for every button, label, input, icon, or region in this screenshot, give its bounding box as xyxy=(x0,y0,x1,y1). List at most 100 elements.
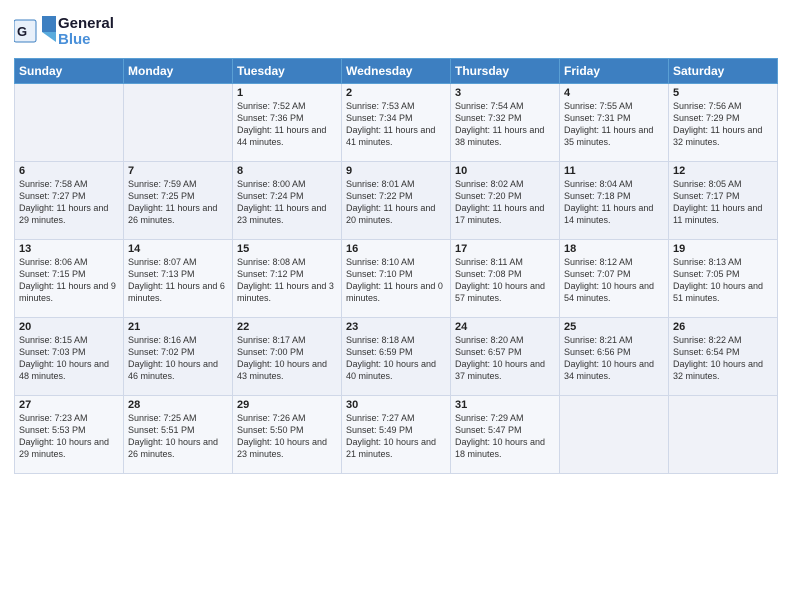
day-number: 8 xyxy=(237,165,337,177)
calendar-cell: 3Sunrise: 7:54 AM Sunset: 7:32 PM Daylig… xyxy=(451,84,560,162)
cell-content: Sunrise: 8:18 AM Sunset: 6:59 PM Dayligh… xyxy=(346,334,446,383)
day-number: 28 xyxy=(128,399,228,411)
logo-general: General xyxy=(58,16,114,33)
calendar-cell: 10Sunrise: 8:02 AM Sunset: 7:20 PM Dayli… xyxy=(451,162,560,240)
calendar-cell xyxy=(669,396,778,474)
calendar-cell: 17Sunrise: 8:11 AM Sunset: 7:08 PM Dayli… xyxy=(451,240,560,318)
cell-content: Sunrise: 7:59 AM Sunset: 7:25 PM Dayligh… xyxy=(128,178,228,227)
cell-content: Sunrise: 7:25 AM Sunset: 5:51 PM Dayligh… xyxy=(128,412,228,461)
day-number: 1 xyxy=(237,87,337,99)
day-number: 21 xyxy=(128,321,228,333)
calendar-cell: 24Sunrise: 8:20 AM Sunset: 6:57 PM Dayli… xyxy=(451,318,560,396)
week-row-5: 27Sunrise: 7:23 AM Sunset: 5:53 PM Dayli… xyxy=(15,396,778,474)
day-number: 4 xyxy=(564,87,664,99)
calendar-cell: 4Sunrise: 7:55 AM Sunset: 7:31 PM Daylig… xyxy=(560,84,669,162)
day-number: 10 xyxy=(455,165,555,177)
day-number: 18 xyxy=(564,243,664,255)
cell-content: Sunrise: 8:21 AM Sunset: 6:56 PM Dayligh… xyxy=(564,334,664,383)
calendar-cell: 23Sunrise: 8:18 AM Sunset: 6:59 PM Dayli… xyxy=(342,318,451,396)
cell-content: Sunrise: 7:27 AM Sunset: 5:49 PM Dayligh… xyxy=(346,412,446,461)
day-number: 29 xyxy=(237,399,337,411)
day-number: 24 xyxy=(455,321,555,333)
day-header-monday: Monday xyxy=(124,59,233,84)
calendar-cell: 9Sunrise: 8:01 AM Sunset: 7:22 PM Daylig… xyxy=(342,162,451,240)
calendar-cell: 12Sunrise: 8:05 AM Sunset: 7:17 PM Dayli… xyxy=(669,162,778,240)
day-number: 15 xyxy=(237,243,337,255)
cell-content: Sunrise: 8:00 AM Sunset: 7:24 PM Dayligh… xyxy=(237,178,337,227)
day-number: 14 xyxy=(128,243,228,255)
calendar-cell: 5Sunrise: 7:56 AM Sunset: 7:29 PM Daylig… xyxy=(669,84,778,162)
logo-blue: Blue xyxy=(58,32,114,49)
cell-content: Sunrise: 8:17 AM Sunset: 7:00 PM Dayligh… xyxy=(237,334,337,383)
calendar-cell: 26Sunrise: 8:22 AM Sunset: 6:54 PM Dayli… xyxy=(669,318,778,396)
day-number: 25 xyxy=(564,321,664,333)
day-number: 30 xyxy=(346,399,446,411)
day-number: 31 xyxy=(455,399,555,411)
calendar-cell: 8Sunrise: 8:00 AM Sunset: 7:24 PM Daylig… xyxy=(233,162,342,240)
cell-content: Sunrise: 8:22 AM Sunset: 6:54 PM Dayligh… xyxy=(673,334,773,383)
calendar-cell: 19Sunrise: 8:13 AM Sunset: 7:05 PM Dayli… xyxy=(669,240,778,318)
cell-content: Sunrise: 8:07 AM Sunset: 7:13 PM Dayligh… xyxy=(128,256,228,305)
day-number: 6 xyxy=(19,165,119,177)
day-number: 20 xyxy=(19,321,119,333)
cell-content: Sunrise: 8:13 AM Sunset: 7:05 PM Dayligh… xyxy=(673,256,773,305)
cell-content: Sunrise: 7:58 AM Sunset: 7:27 PM Dayligh… xyxy=(19,178,119,227)
day-number: 7 xyxy=(128,165,228,177)
logo: G General Blue xyxy=(14,14,114,50)
svg-text:G: G xyxy=(17,24,27,39)
calendar-cell: 29Sunrise: 7:26 AM Sunset: 5:50 PM Dayli… xyxy=(233,396,342,474)
cell-content: Sunrise: 8:02 AM Sunset: 7:20 PM Dayligh… xyxy=(455,178,555,227)
calendar-cell: 15Sunrise: 8:08 AM Sunset: 7:12 PM Dayli… xyxy=(233,240,342,318)
day-number: 5 xyxy=(673,87,773,99)
day-number: 19 xyxy=(673,243,773,255)
week-row-4: 20Sunrise: 8:15 AM Sunset: 7:03 PM Dayli… xyxy=(15,318,778,396)
day-number: 23 xyxy=(346,321,446,333)
calendar-cell xyxy=(124,84,233,162)
calendar-cell xyxy=(15,84,124,162)
calendar-cell: 13Sunrise: 8:06 AM Sunset: 7:15 PM Dayli… xyxy=(15,240,124,318)
day-header-wednesday: Wednesday xyxy=(342,59,451,84)
calendar-cell: 30Sunrise: 7:27 AM Sunset: 5:49 PM Dayli… xyxy=(342,396,451,474)
cell-content: Sunrise: 8:16 AM Sunset: 7:02 PM Dayligh… xyxy=(128,334,228,383)
day-number: 2 xyxy=(346,87,446,99)
calendar-cell: 1Sunrise: 7:52 AM Sunset: 7:36 PM Daylig… xyxy=(233,84,342,162)
day-number: 11 xyxy=(564,165,664,177)
calendar-cell: 22Sunrise: 8:17 AM Sunset: 7:00 PM Dayli… xyxy=(233,318,342,396)
day-number: 16 xyxy=(346,243,446,255)
day-number: 9 xyxy=(346,165,446,177)
cell-content: Sunrise: 7:54 AM Sunset: 7:32 PM Dayligh… xyxy=(455,100,555,149)
page-header: G General Blue xyxy=(14,10,778,50)
calendar-cell: 25Sunrise: 8:21 AM Sunset: 6:56 PM Dayli… xyxy=(560,318,669,396)
day-number: 13 xyxy=(19,243,119,255)
calendar-cell: 16Sunrise: 8:10 AM Sunset: 7:10 PM Dayli… xyxy=(342,240,451,318)
cell-content: Sunrise: 8:05 AM Sunset: 7:17 PM Dayligh… xyxy=(673,178,773,227)
cell-content: Sunrise: 8:11 AM Sunset: 7:08 PM Dayligh… xyxy=(455,256,555,305)
day-header-saturday: Saturday xyxy=(669,59,778,84)
calendar-cell: 28Sunrise: 7:25 AM Sunset: 5:51 PM Dayli… xyxy=(124,396,233,474)
week-row-1: 1Sunrise: 7:52 AM Sunset: 7:36 PM Daylig… xyxy=(15,84,778,162)
day-number: 3 xyxy=(455,87,555,99)
cell-content: Sunrise: 7:26 AM Sunset: 5:50 PM Dayligh… xyxy=(237,412,337,461)
calendar-header: SundayMondayTuesdayWednesdayThursdayFrid… xyxy=(15,59,778,84)
cell-content: Sunrise: 7:56 AM Sunset: 7:29 PM Dayligh… xyxy=(673,100,773,149)
calendar-cell: 20Sunrise: 8:15 AM Sunset: 7:03 PM Dayli… xyxy=(15,318,124,396)
day-number: 17 xyxy=(455,243,555,255)
calendar-cell: 18Sunrise: 8:12 AM Sunset: 7:07 PM Dayli… xyxy=(560,240,669,318)
day-number: 22 xyxy=(237,321,337,333)
cell-content: Sunrise: 8:01 AM Sunset: 7:22 PM Dayligh… xyxy=(346,178,446,227)
cell-content: Sunrise: 8:04 AM Sunset: 7:18 PM Dayligh… xyxy=(564,178,664,227)
day-number: 27 xyxy=(19,399,119,411)
calendar-cell: 21Sunrise: 8:16 AM Sunset: 7:02 PM Dayli… xyxy=(124,318,233,396)
cell-content: Sunrise: 8:20 AM Sunset: 6:57 PM Dayligh… xyxy=(455,334,555,383)
cell-content: Sunrise: 8:12 AM Sunset: 7:07 PM Dayligh… xyxy=(564,256,664,305)
calendar-cell: 14Sunrise: 8:07 AM Sunset: 7:13 PM Dayli… xyxy=(124,240,233,318)
day-number: 12 xyxy=(673,165,773,177)
calendar-cell: 2Sunrise: 7:53 AM Sunset: 7:34 PM Daylig… xyxy=(342,84,451,162)
day-header-sunday: Sunday xyxy=(15,59,124,84)
cell-content: Sunrise: 7:53 AM Sunset: 7:34 PM Dayligh… xyxy=(346,100,446,149)
day-number: 26 xyxy=(673,321,773,333)
calendar-cell: 31Sunrise: 7:29 AM Sunset: 5:47 PM Dayli… xyxy=(451,396,560,474)
day-header-friday: Friday xyxy=(560,59,669,84)
calendar-cell: 6Sunrise: 7:58 AM Sunset: 7:27 PM Daylig… xyxy=(15,162,124,240)
calendar-cell xyxy=(560,396,669,474)
